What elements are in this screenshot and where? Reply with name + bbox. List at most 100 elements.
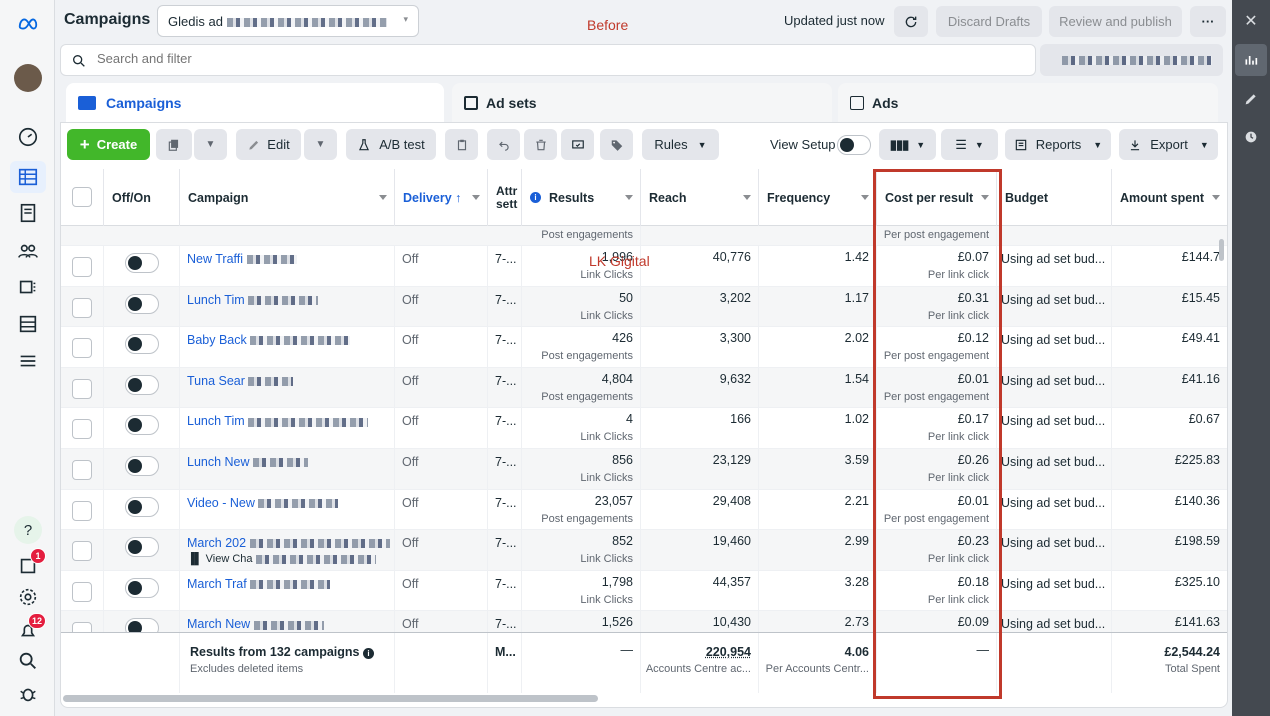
campaign-toggle[interactable] [125, 496, 159, 517]
table-row[interactable]: March 202 ▐▌ View Cha Off 7-... 852 Link Cl… [61, 530, 1227, 571]
breakdown-button[interactable]: ☰ ▼ [941, 129, 998, 160]
header-amount-spent[interactable]: Amount spent [1112, 169, 1227, 226]
campaign-name-link[interactable]: Lunch Tim [187, 293, 319, 307]
create-button[interactable]: + Create [67, 129, 150, 160]
search-icon[interactable] [14, 647, 42, 675]
account-selector[interactable]: Gledis ad ▾ [157, 5, 419, 37]
campaign-name-link[interactable]: Video - New [187, 496, 339, 510]
row-checkbox[interactable] [72, 257, 92, 277]
campaign-toggle[interactable] [125, 374, 159, 395]
pages-icon[interactable] [14, 199, 42, 227]
audiences-icon[interactable] [14, 237, 42, 265]
avatar[interactable] [14, 64, 42, 92]
view-charts-link[interactable]: ▐▌ View Cha [187, 553, 376, 565]
header-reach[interactable]: Reach [641, 169, 759, 226]
search-input[interactable] [97, 51, 897, 66]
close-icon[interactable]: ✕ [1238, 8, 1264, 34]
chart-icon[interactable] [1235, 44, 1267, 76]
row-checkbox[interactable] [72, 378, 92, 399]
table-row[interactable]: Video - New Off 7-... 23,057 Post engagemen… [61, 489, 1227, 531]
tab-ad-sets[interactable]: Ad sets [452, 83, 832, 123]
campaign-toggle[interactable] [125, 577, 159, 598]
row-checkbox[interactable] [72, 541, 92, 562]
header-delivery[interactable]: Delivery ↑ [395, 169, 488, 226]
rules-button[interactable]: Rules ▼ [642, 129, 719, 160]
bug-report-icon[interactable] [14, 680, 42, 708]
discard-drafts-button[interactable]: Discard Drafts [936, 6, 1042, 37]
more-options-button[interactable]: ··· [1190, 6, 1226, 37]
notifications-icon[interactable]: 1 [14, 548, 46, 580]
settings-gear-icon[interactable] [14, 583, 42, 611]
campaign-name-link[interactable]: March New [187, 617, 324, 631]
table-row[interactable]: Lunch Tim Off 7-... 4 Link Clicks 166 1.02 £0.… [61, 408, 1227, 449]
date-range-selector[interactable] [1040, 44, 1223, 76]
table-row[interactable]: Lunch New Off 7-... 856 Link Clicks 23,129 3.… [61, 449, 1227, 490]
table-row[interactable]: March Traf Off 7-... 1,798 Link Clicks 44,35… [61, 570, 1227, 612]
info-icon[interactable]: i [363, 648, 374, 659]
edit-pencil-icon[interactable] [1238, 86, 1264, 112]
header-results[interactable]: i Results [522, 169, 641, 226]
row-checkbox[interactable] [72, 419, 92, 440]
campaign-toggle[interactable] [125, 456, 159, 476]
duplicate-button[interactable] [156, 129, 192, 160]
campaign-name-link[interactable]: Lunch Tim [187, 414, 369, 428]
row-checkbox[interactable] [72, 297, 92, 318]
tag-button[interactable] [600, 129, 633, 160]
view-setup-toggle[interactable] [837, 135, 871, 155]
clipboard-button[interactable] [445, 129, 478, 160]
vertical-scrollbar[interactable] [1219, 239, 1224, 261]
help-icon[interactable]: ? [14, 516, 42, 544]
table-row[interactable]: Tuna Sear Off 7-... 4,804 Post engagements 9… [61, 367, 1227, 409]
tab-ads[interactable]: Ads [838, 83, 1218, 123]
header-cost-per-result[interactable]: Cost per result [877, 169, 997, 226]
edit-dropdown-button[interactable]: ▼ [304, 129, 337, 160]
campaign-name-link[interactable]: March Traf [187, 577, 331, 591]
header-off-on[interactable]: Off/On [104, 169, 180, 226]
header-budget[interactable]: Budget [997, 169, 1112, 226]
select-all-checkbox[interactable] [72, 187, 92, 207]
campaign-name-link[interactable]: Lunch New [187, 455, 309, 469]
refresh-button[interactable] [894, 6, 928, 37]
header-frequency[interactable]: Frequency [759, 169, 877, 226]
row-checkbox[interactable] [72, 338, 92, 359]
clipboard-icon [457, 139, 466, 150]
preview-button[interactable] [561, 129, 594, 160]
menu-icon[interactable] [14, 347, 42, 375]
campaign-name-link[interactable]: March 202 [187, 536, 390, 550]
undo-button[interactable] [487, 129, 520, 160]
delete-button[interactable] [524, 129, 557, 160]
download-icon [1131, 139, 1140, 150]
columns-button[interactable]: ▮▮▮ ▼ [879, 129, 936, 160]
duplicate-dropdown-button[interactable]: ▼ [194, 129, 227, 160]
header-campaign[interactable]: Campaign [180, 169, 395, 226]
row-checkbox[interactable] [72, 500, 92, 521]
table-row-partial[interactable]: Post engagements Per post engagement [61, 226, 1227, 246]
tab-campaigns[interactable]: Campaigns [66, 83, 444, 123]
header-attribution[interactable]: Attr sett [488, 169, 522, 226]
campaign-name-link[interactable]: Baby Back [187, 333, 351, 347]
horizontal-scrollbar[interactable] [63, 695, 598, 702]
campaign-toggle[interactable] [125, 253, 159, 273]
review-publish-button[interactable]: Review and publish [1049, 6, 1182, 37]
ab-test-button[interactable]: A/B test [346, 129, 436, 160]
reports-button[interactable]: Reports ▼ [1005, 129, 1111, 160]
campaign-name-link[interactable]: Tuna Sear [187, 374, 294, 388]
meta-logo-icon[interactable] [14, 10, 42, 38]
export-button[interactable]: Export ▼ [1119, 129, 1218, 160]
alerts-bell-icon[interactable]: 12 [14, 613, 46, 645]
table-row[interactable]: Baby Back Off 7-... 426 Post engagements 3,3… [61, 327, 1227, 368]
row-checkbox[interactable] [72, 460, 92, 480]
table-row[interactable]: Lunch Tim Off 7-... 50 Link Clicks 3,202 1.17… [61, 286, 1227, 328]
campaign-toggle[interactable] [125, 334, 159, 355]
catalog-icon[interactable] [14, 273, 42, 301]
campaign-name-link[interactable]: New Traffi [187, 252, 297, 266]
campaign-toggle[interactable] [125, 537, 159, 558]
edit-button[interactable]: Edit [236, 129, 301, 160]
billing-icon[interactable] [14, 310, 42, 338]
dashboard-icon[interactable] [14, 123, 42, 151]
history-clock-icon[interactable] [1238, 124, 1264, 150]
campaigns-table-icon[interactable] [10, 161, 46, 193]
row-checkbox[interactable] [72, 581, 92, 602]
campaign-toggle[interactable] [125, 415, 159, 436]
campaign-toggle[interactable] [125, 293, 159, 314]
